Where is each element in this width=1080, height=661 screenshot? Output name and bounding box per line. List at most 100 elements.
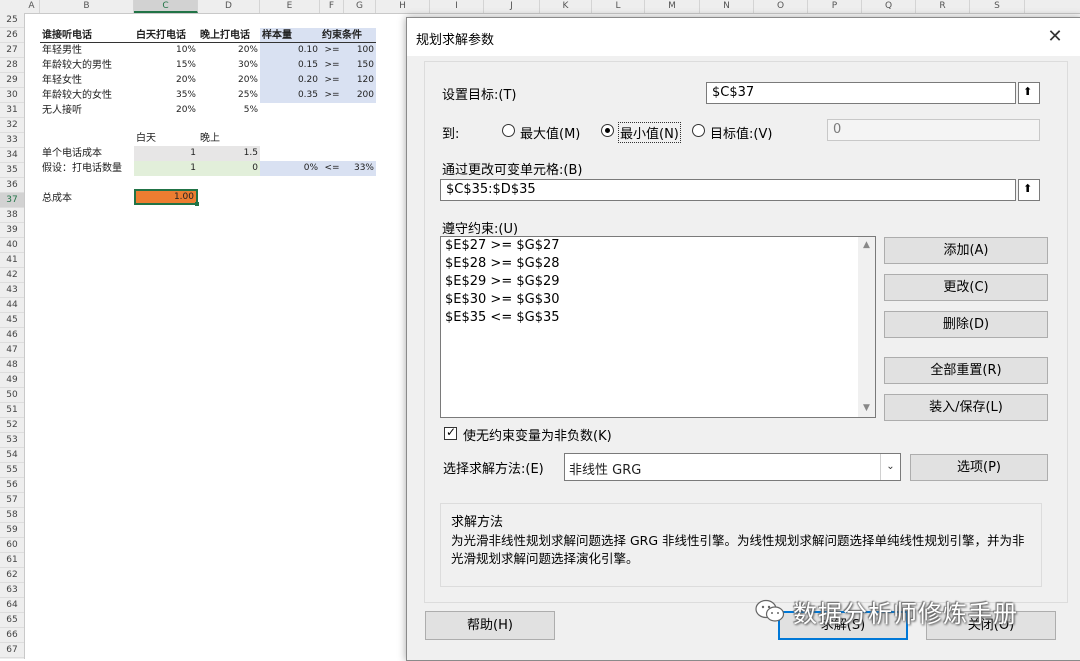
cell-c34[interactable]: 1	[134, 146, 198, 161]
nonnegative-checkbox[interactable]: ✓	[444, 425, 457, 440]
fill-handle[interactable]	[195, 202, 199, 206]
cell-b34[interactable]: 单个电话成本	[40, 146, 134, 161]
cell-d28[interactable]: 30%	[198, 58, 260, 73]
row-header-53[interactable]: 53	[0, 433, 24, 448]
cell-g28[interactable]: 150	[344, 58, 376, 73]
column-header-h[interactable]: H	[376, 0, 430, 13]
cell-d31[interactable]: 5%	[198, 103, 260, 118]
row-header-49[interactable]: 49	[0, 373, 24, 388]
row-header-38[interactable]: 38	[0, 208, 24, 223]
radio-max-label[interactable]: 最大值(M)	[520, 123, 580, 142]
column-header-b[interactable]: B	[40, 0, 134, 13]
constraints-scrollbar[interactable]: ▲ ▼	[858, 237, 875, 417]
objective-collapse-button[interactable]: ⬆	[1018, 82, 1040, 104]
add-button[interactable]: 添加(A)	[884, 237, 1048, 264]
cell-b35[interactable]: 假设：打电话数量	[40, 161, 134, 176]
cell-b30[interactable]: 年龄较大的女性	[40, 88, 134, 103]
change-button[interactable]: 更改(C)	[884, 274, 1048, 301]
cell-c31[interactable]: 20%	[134, 103, 198, 118]
row-header-56[interactable]: 56	[0, 478, 24, 493]
row-header-64[interactable]: 64	[0, 598, 24, 613]
cell-f26[interactable]: 约束条件	[320, 28, 376, 43]
column-header-m[interactable]: M	[645, 0, 700, 13]
row-header-62[interactable]: 62	[0, 568, 24, 583]
radio-value-label[interactable]: 目标值:(V)	[710, 123, 772, 142]
cell-c26[interactable]: 白天打电话	[134, 28, 198, 43]
scroll-down-icon[interactable]: ▼	[858, 400, 875, 417]
column-header-i[interactable]: I	[430, 0, 484, 13]
row-header-58[interactable]: 58	[0, 508, 24, 523]
row-header-45[interactable]: 45	[0, 313, 24, 328]
cell-d26[interactable]: 晚上打电话	[198, 28, 260, 43]
column-header-j[interactable]: J	[484, 0, 540, 13]
cell-e27[interactable]: 0.10	[260, 43, 320, 58]
row-header-43[interactable]: 43	[0, 283, 24, 298]
cell-d33[interactable]: 晚上	[198, 131, 260, 146]
cell-c30[interactable]: 35%	[134, 88, 198, 103]
cell-c29[interactable]: 20%	[134, 73, 198, 88]
row-header-39[interactable]: 39	[0, 223, 24, 238]
row-header-46[interactable]: 46	[0, 328, 24, 343]
cell-e26[interactable]: 样本量	[260, 28, 320, 43]
row-header-54[interactable]: 54	[0, 448, 24, 463]
constraint-item[interactable]: $E$30 >= $G$30	[445, 292, 560, 307]
radio-value[interactable]	[692, 124, 705, 137]
row-header-25[interactable]: 25	[0, 13, 24, 28]
help-button[interactable]: 帮助(H)	[425, 611, 555, 640]
cell-c35[interactable]: 1	[134, 161, 198, 176]
cell-g27[interactable]: 100	[344, 43, 376, 58]
column-header-n[interactable]: N	[700, 0, 754, 13]
cell-e30[interactable]: 0.35	[260, 88, 320, 103]
cell-e35[interactable]: 0%	[260, 161, 320, 176]
cell-b37[interactable]: 总成本	[40, 191, 134, 206]
column-header-g[interactable]: G	[344, 0, 376, 13]
cell-b27[interactable]: 年轻男性	[40, 43, 134, 58]
cell-e29[interactable]: 0.20	[260, 73, 320, 88]
cell-f29[interactable]: >=	[320, 73, 344, 88]
cell-d34[interactable]: 1.5	[198, 146, 260, 161]
constraint-item[interactable]: $E$29 >= $G$29	[445, 274, 560, 289]
column-header-f[interactable]: F	[320, 0, 344, 13]
cell-d35[interactable]: 0	[198, 161, 260, 176]
row-header-57[interactable]: 57	[0, 493, 24, 508]
row-header-50[interactable]: 50	[0, 388, 24, 403]
row-header-36[interactable]: 36	[0, 178, 24, 193]
row-header-26[interactable]: 26	[0, 28, 24, 43]
method-select[interactable]: 非线性 GRG ⌄	[564, 453, 901, 481]
row-header-55[interactable]: 55	[0, 463, 24, 478]
cell-g35[interactable]: 33%	[344, 161, 376, 176]
cell-e28[interactable]: 0.15	[260, 58, 320, 73]
cell-b31[interactable]: 无人接听	[40, 103, 134, 118]
variables-collapse-button[interactable]: ⬆	[1018, 179, 1040, 201]
row-header-59[interactable]: 59	[0, 523, 24, 538]
row-header-66[interactable]: 66	[0, 628, 24, 643]
cell-g29[interactable]: 120	[344, 73, 376, 88]
row-header-32[interactable]: 32	[0, 118, 24, 133]
row-header-42[interactable]: 42	[0, 268, 24, 283]
cell-f27[interactable]: >=	[320, 43, 344, 58]
radio-max[interactable]	[502, 124, 515, 137]
close-icon[interactable]: ✕	[1039, 22, 1071, 52]
scroll-up-icon[interactable]: ▲	[858, 237, 875, 254]
column-header-a[interactable]: A	[24, 0, 40, 13]
row-header-27[interactable]: 27	[0, 43, 24, 58]
row-header-28[interactable]: 28	[0, 58, 24, 73]
row-header-52[interactable]: 52	[0, 418, 24, 433]
row-header-30[interactable]: 30	[0, 88, 24, 103]
row-header-67[interactable]: 67	[0, 643, 24, 658]
row-header-31[interactable]: 31	[0, 103, 24, 118]
row-header-33[interactable]: 33	[0, 133, 24, 148]
cell-d29[interactable]: 20%	[198, 73, 260, 88]
row-header-61[interactable]: 61	[0, 553, 24, 568]
cell-b26[interactable]: 谁接听电话	[40, 28, 134, 43]
row-header-29[interactable]: 29	[0, 73, 24, 88]
variables-input[interactable]: $C$35:$D$35	[440, 179, 1016, 201]
delete-button[interactable]: 删除(D)	[884, 311, 1048, 338]
reset-all-button[interactable]: 全部重置(R)	[884, 357, 1048, 384]
load-save-button[interactable]: 装入/保存(L)	[884, 394, 1048, 421]
column-header-k[interactable]: K	[540, 0, 592, 13]
column-header-r[interactable]: R	[916, 0, 970, 13]
objective-input[interactable]: $C$37	[706, 82, 1016, 104]
target-value-input[interactable]: 0	[827, 119, 1040, 141]
column-header-s[interactable]: S	[970, 0, 1025, 13]
